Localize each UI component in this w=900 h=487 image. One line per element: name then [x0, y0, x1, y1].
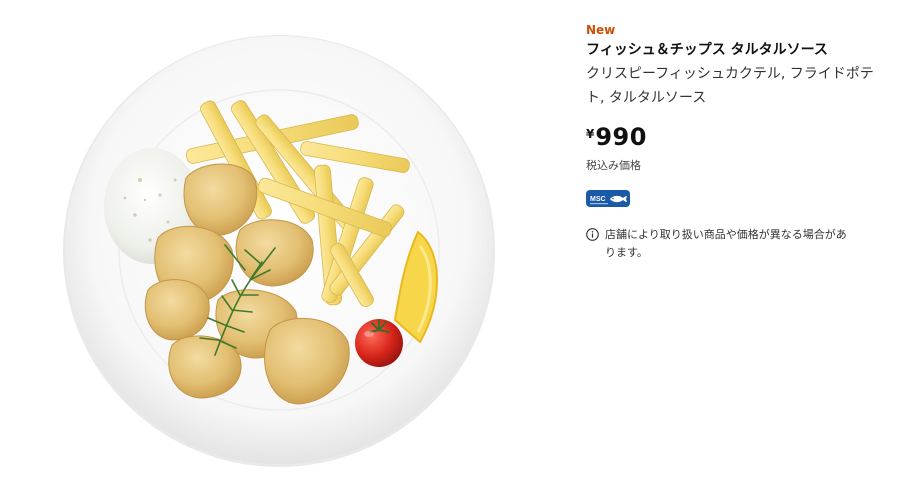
info-icon	[586, 228, 599, 241]
product-title[interactable]: フィッシュ＆チップス タルタルソース	[586, 40, 876, 60]
msc-label: MSC	[590, 196, 606, 203]
availability-notice: 店舗により取り扱い商品や価格が異なる場合があります。	[586, 226, 856, 262]
price-amount: 990	[595, 123, 647, 151]
availability-note-text: 店舗により取り扱い商品や価格が異なる場合があります。	[605, 228, 847, 259]
tax-note: 税込み価格	[586, 159, 641, 172]
product-info: New フィッシュ＆チップス タルタルソース クリスピーフィッシュカクテル, フ…	[586, 22, 876, 262]
price: ¥ 990	[586, 124, 876, 150]
product-description: クリスピーフィッシュカクテル, フライドポテト, タルタルソース	[586, 66, 874, 106]
new-badge: New	[586, 23, 616, 37]
cherry-tomato	[355, 319, 403, 367]
fish-and-chips-illustration	[63, 35, 495, 467]
currency-symbol: ¥	[586, 127, 595, 141]
product-image	[0, 0, 560, 483]
msc-fish-icon: MSC	[586, 190, 630, 207]
